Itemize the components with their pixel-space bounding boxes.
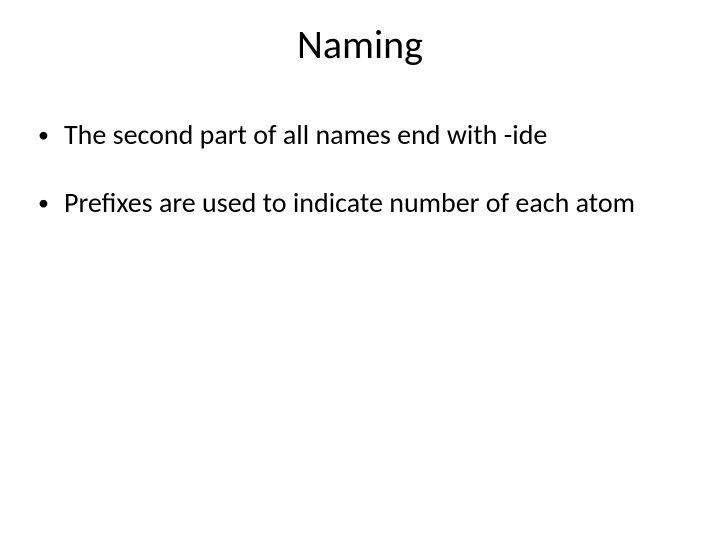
bullet-icon: • [38, 118, 64, 152]
bullet-text: The second part of all names end with -i… [64, 118, 682, 152]
bullet-item: • Prefixes are used to indicate number o… [38, 186, 682, 220]
bullet-item: • The second part of all names end with … [38, 118, 682, 152]
bullet-text: Prefixes are used to indicate number of … [64, 186, 682, 220]
bullet-icon: • [38, 186, 64, 220]
slide-body: • The second part of all names end with … [38, 118, 682, 254]
slide: Naming • The second part of all names en… [0, 0, 720, 540]
slide-title: Naming [0, 20, 720, 69]
